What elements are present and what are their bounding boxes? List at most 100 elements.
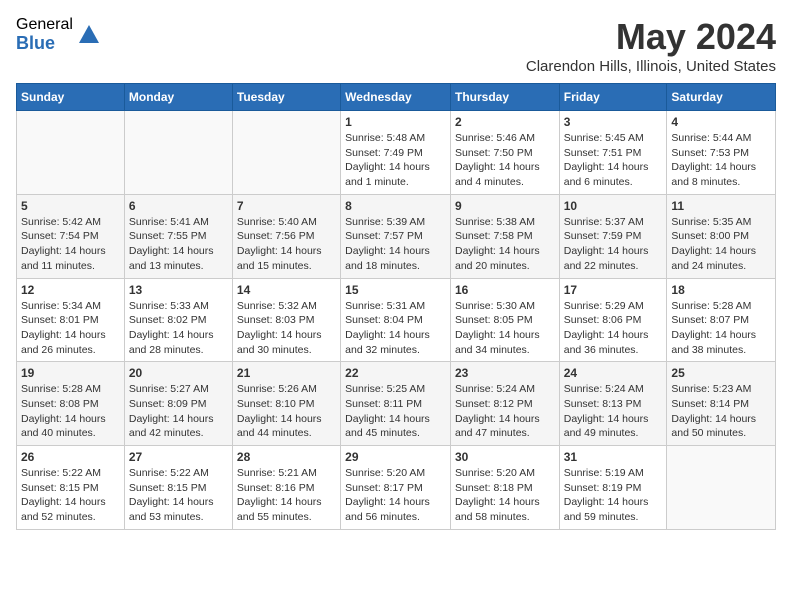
day-number: 17 xyxy=(564,283,663,297)
day-info: Sunrise: 5:31 AMSunset: 8:04 PMDaylight:… xyxy=(345,299,446,358)
day-cell: 2Sunrise: 5:46 AMSunset: 7:50 PMDaylight… xyxy=(450,111,559,195)
day-info: Sunrise: 5:24 AMSunset: 8:12 PMDaylight:… xyxy=(455,382,555,441)
day-number: 19 xyxy=(21,366,120,380)
day-number: 30 xyxy=(455,450,555,464)
day-number: 5 xyxy=(21,199,120,213)
day-number: 22 xyxy=(345,366,446,380)
day-cell: 24 Sunrise: 5:24 AMSunset: 8:13 PMDayligh… xyxy=(559,362,667,446)
day-number: 21 xyxy=(237,366,336,380)
day-cell: 8Sunrise: 5:39 AMSunset: 7:57 PMDaylight… xyxy=(341,194,451,278)
day-info: Sunrise: 5:35 AMSunset: 8:00 PMDaylight:… xyxy=(671,215,771,274)
day-cell xyxy=(667,446,776,530)
day-info: Sunrise: 5:26 AMSunset: 8:10 PMDaylight:… xyxy=(237,382,336,441)
day-cell: 7 Sunrise: 5:40 AMSunset: 7:56 PMDaylight… xyxy=(232,194,340,278)
day-number: 15 xyxy=(345,283,446,297)
weekday-header-saturday: Saturday xyxy=(667,84,776,111)
day-number: 26 xyxy=(21,450,120,464)
day-number: 18 xyxy=(671,283,771,297)
week-row-1: 1Sunrise: 5:48 AMSunset: 7:49 PMDaylight… xyxy=(17,111,776,195)
week-row-3: 12Sunrise: 5:34 AMSunset: 8:01 PMDayligh… xyxy=(17,278,776,362)
day-info: Sunrise: 5:37 AMSunset: 7:59 PMDaylight:… xyxy=(564,215,663,274)
weekday-row: SundayMondayTuesdayWednesdayThursdayFrid… xyxy=(17,84,776,111)
logo-blue: Blue xyxy=(16,34,73,54)
day-number: 11 xyxy=(671,199,771,213)
day-info: Sunrise: 5:28 AMSunset: 8:07 PMDaylight:… xyxy=(671,299,771,358)
week-row-4: 19 Sunrise: 5:28 AMSunset: 8:08 PMDayligh… xyxy=(17,362,776,446)
month-title: May 2024 xyxy=(526,16,776,58)
day-cell xyxy=(232,111,340,195)
day-info: Sunrise: 5:29 AMSunset: 8:06 PMDaylight:… xyxy=(564,299,663,358)
logo: General Blue xyxy=(16,16,101,53)
day-info: Sunrise: 5:24 AMSunset: 8:13 PMDaylight:… xyxy=(564,382,663,441)
day-number: 9 xyxy=(455,199,555,213)
day-info: Sunrise: 5:45 AMSunset: 7:51 PMDaylight:… xyxy=(564,131,663,190)
day-info: Sunrise: 5:20 AMSunset: 8:18 PMDaylight:… xyxy=(455,466,555,525)
day-cell: 31Sunrise: 5:19 AMSunset: 8:19 PMDayligh… xyxy=(559,446,667,530)
weekday-header-friday: Friday xyxy=(559,84,667,111)
day-number: 28 xyxy=(237,450,336,464)
page-header: General Blue May 2024 Clarendon Hills, I… xyxy=(16,16,776,75)
day-info: Sunrise: 5:22 AMSunset: 8:15 PMDaylight:… xyxy=(21,466,120,525)
day-number: 16 xyxy=(455,283,555,297)
day-cell: 21 Sunrise: 5:26 AMSunset: 8:10 PMDayligh… xyxy=(232,362,340,446)
day-cell: 5Sunrise: 5:42 AMSunset: 7:54 PMDaylight… xyxy=(17,194,125,278)
day-cell: 26 Sunrise: 5:22 AMSunset: 8:15 PMDayligh… xyxy=(17,446,125,530)
weekday-header-wednesday: Wednesday xyxy=(341,84,451,111)
day-info: Sunrise: 5:34 AMSunset: 8:01 PMDaylight:… xyxy=(21,299,120,358)
day-info: Sunrise: 5:46 AMSunset: 7:50 PMDaylight:… xyxy=(455,131,555,190)
day-number: 4 xyxy=(671,115,771,129)
day-cell: 13 Sunrise: 5:33 AMSunset: 8:02 PMDayligh… xyxy=(124,278,232,362)
day-number: 25 xyxy=(671,366,771,380)
day-info: Sunrise: 5:28 AMSunset: 8:08 PMDaylight:… xyxy=(21,382,120,441)
day-cell: 27Sunrise: 5:22 AMSunset: 8:15 PMDayligh… xyxy=(124,446,232,530)
day-info: Sunrise: 5:23 AMSunset: 8:14 PMDaylight:… xyxy=(671,382,771,441)
day-number: 6 xyxy=(129,199,228,213)
day-info: Sunrise: 5:41 AMSunset: 7:55 PMDaylight:… xyxy=(129,215,228,274)
day-number: 31 xyxy=(564,450,663,464)
day-cell: 11 Sunrise: 5:35 AMSunset: 8:00 PMDayligh… xyxy=(667,194,776,278)
weekday-header-monday: Monday xyxy=(124,84,232,111)
day-number: 14 xyxy=(237,283,336,297)
day-cell: 9 Sunrise: 5:38 AMSunset: 7:58 PMDaylight… xyxy=(450,194,559,278)
logo-icon xyxy=(77,23,101,47)
day-info: Sunrise: 5:39 AMSunset: 7:57 PMDaylight:… xyxy=(345,215,446,274)
day-cell: 29Sunrise: 5:20 AMSunset: 8:17 PMDayligh… xyxy=(341,446,451,530)
day-cell: 12Sunrise: 5:34 AMSunset: 8:01 PMDayligh… xyxy=(17,278,125,362)
logo-text: General Blue xyxy=(16,16,73,53)
day-cell xyxy=(17,111,125,195)
day-number: 13 xyxy=(129,283,228,297)
day-info: Sunrise: 5:44 AMSunset: 7:53 PMDaylight:… xyxy=(671,131,771,190)
day-info: Sunrise: 5:30 AMSunset: 8:05 PMDaylight:… xyxy=(455,299,555,358)
day-info: Sunrise: 5:48 AMSunset: 7:49 PMDaylight:… xyxy=(345,131,446,190)
day-info: Sunrise: 5:32 AMSunset: 8:03 PMDaylight:… xyxy=(237,299,336,358)
calendar-body: 1Sunrise: 5:48 AMSunset: 7:49 PMDaylight… xyxy=(17,111,776,530)
day-number: 7 xyxy=(237,199,336,213)
day-cell: 16 Sunrise: 5:30 AMSunset: 8:05 PMDayligh… xyxy=(450,278,559,362)
day-info: Sunrise: 5:27 AMSunset: 8:09 PMDaylight:… xyxy=(129,382,228,441)
day-info: Sunrise: 5:22 AMSunset: 8:15 PMDaylight:… xyxy=(129,466,228,525)
location: Clarendon Hills, Illinois, United States xyxy=(526,58,776,75)
day-cell: 23 Sunrise: 5:24 AMSunset: 8:12 PMDayligh… xyxy=(450,362,559,446)
day-info: Sunrise: 5:25 AMSunset: 8:11 PMDaylight:… xyxy=(345,382,446,441)
logo-general: General xyxy=(16,16,73,34)
day-cell: 19 Sunrise: 5:28 AMSunset: 8:08 PMDayligh… xyxy=(17,362,125,446)
week-row-2: 5Sunrise: 5:42 AMSunset: 7:54 PMDaylight… xyxy=(17,194,776,278)
title-block: May 2024 Clarendon Hills, Illinois, Unit… xyxy=(526,16,776,75)
day-info: Sunrise: 5:38 AMSunset: 7:58 PMDaylight:… xyxy=(455,215,555,274)
day-cell: 15 Sunrise: 5:31 AMSunset: 8:04 PMDayligh… xyxy=(341,278,451,362)
day-number: 23 xyxy=(455,366,555,380)
day-cell: 28 Sunrise: 5:21 AMSunset: 8:16 PMDayligh… xyxy=(232,446,340,530)
day-cell: 3Sunrise: 5:45 AMSunset: 7:51 PMDaylight… xyxy=(559,111,667,195)
day-number: 10 xyxy=(564,199,663,213)
day-cell: 10 Sunrise: 5:37 AMSunset: 7:59 PMDayligh… xyxy=(559,194,667,278)
day-info: Sunrise: 5:21 AMSunset: 8:16 PMDaylight:… xyxy=(237,466,336,525)
weekday-header-sunday: Sunday xyxy=(17,84,125,111)
day-info: Sunrise: 5:33 AMSunset: 8:02 PMDaylight:… xyxy=(129,299,228,358)
day-info: Sunrise: 5:40 AMSunset: 7:56 PMDaylight:… xyxy=(237,215,336,274)
calendar-table: SundayMondayTuesdayWednesdayThursdayFrid… xyxy=(16,83,776,530)
day-cell: 14 Sunrise: 5:32 AMSunset: 8:03 PMDayligh… xyxy=(232,278,340,362)
week-row-5: 26 Sunrise: 5:22 AMSunset: 8:15 PMDayligh… xyxy=(17,446,776,530)
day-number: 24 xyxy=(564,366,663,380)
day-cell: 4 Sunrise: 5:44 AMSunset: 7:53 PMDaylight… xyxy=(667,111,776,195)
day-cell: 25 Sunrise: 5:23 AMSunset: 8:14 PMDayligh… xyxy=(667,362,776,446)
